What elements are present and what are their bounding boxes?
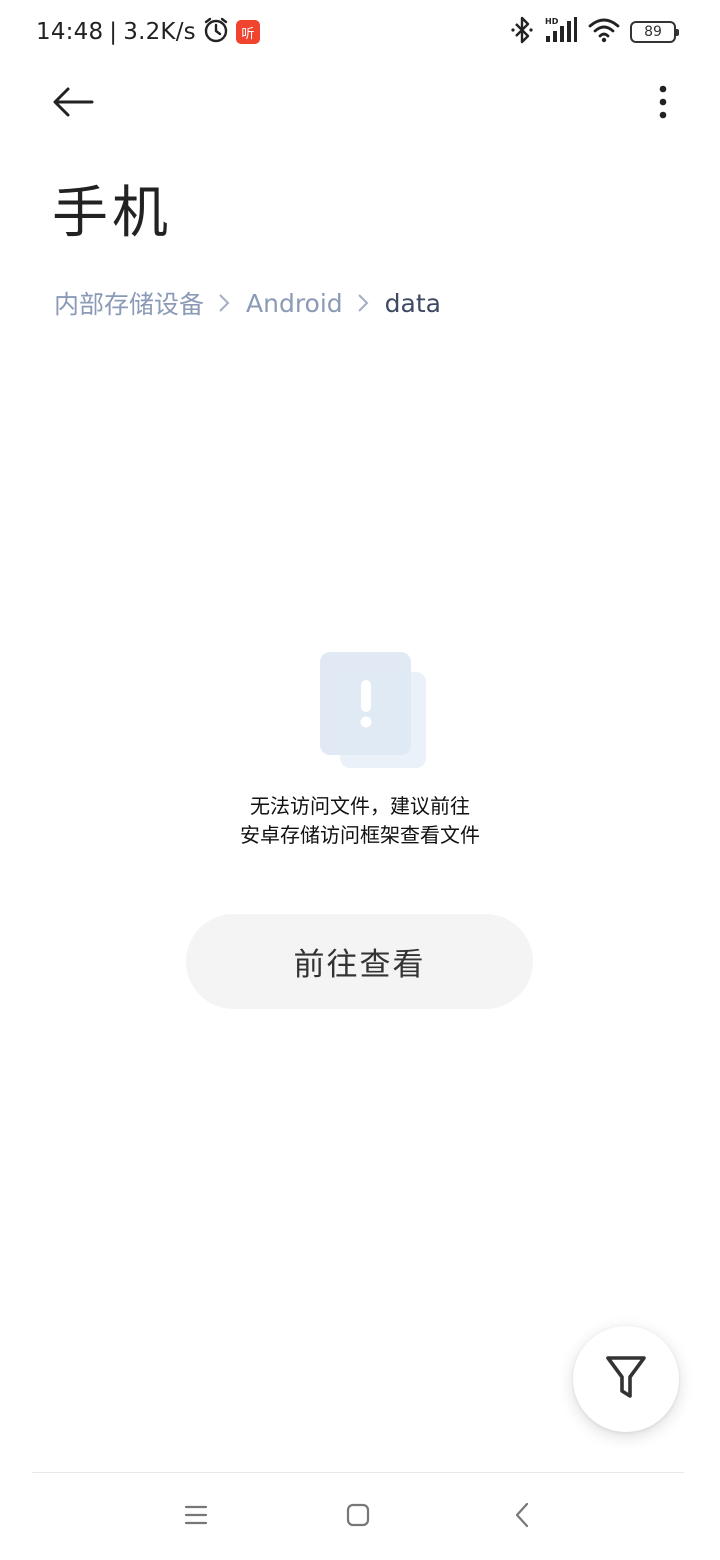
status-left: 14:48 | 3.2K/s 听 xyxy=(36,16,260,48)
breadcrumb-item-android[interactable]: Android xyxy=(246,289,343,318)
empty-state-line-1: 无法访问文件，建议前往 xyxy=(250,794,470,818)
breadcrumb-item-data: data xyxy=(384,288,441,318)
chevron-right-icon xyxy=(357,292,371,314)
status-right: HD 89 xyxy=(510,16,679,48)
status-time: 14:48 xyxy=(36,19,104,45)
breadcrumb: 内部存储设备 Android data xyxy=(54,283,441,323)
home-button[interactable] xyxy=(338,1499,378,1535)
back-button[interactable] xyxy=(48,80,98,128)
back-arrow-icon xyxy=(52,86,94,122)
app-badge-icon: 听 xyxy=(235,20,260,44)
filter-button[interactable] xyxy=(573,1326,679,1432)
filter-icon xyxy=(604,1353,648,1405)
nav-back-button[interactable] xyxy=(502,1499,542,1535)
page-title: 手机 xyxy=(52,181,172,246)
status-bar: 14:48 | 3.2K/s 听 HD 89 xyxy=(0,0,720,62)
bluetooth-icon xyxy=(510,16,534,48)
home-icon xyxy=(346,1503,370,1531)
more-vertical-icon xyxy=(658,85,668,123)
warning-icon xyxy=(320,652,428,770)
svg-text:HD: HD xyxy=(545,17,559,26)
alarm-icon xyxy=(202,16,230,48)
status-net-speed: 3.2K/s xyxy=(123,19,196,45)
breadcrumb-item-internal-storage[interactable]: 内部存储设备 xyxy=(54,285,204,321)
more-options-button[interactable] xyxy=(648,80,678,128)
recent-apps-button[interactable] xyxy=(176,1499,216,1535)
go-view-button[interactable]: 前往查看 xyxy=(186,914,533,1009)
menu-icon xyxy=(184,1504,208,1530)
empty-state-line-2: 安卓存储访问框架查看文件 xyxy=(240,823,480,847)
system-nav-bar xyxy=(0,1473,720,1560)
back-icon xyxy=(514,1502,530,1532)
status-separator: | xyxy=(109,19,118,45)
battery-icon: 89 xyxy=(630,21,679,43)
wifi-icon xyxy=(588,16,620,48)
hd-signal-icon: HD xyxy=(544,16,578,48)
empty-state-message: 无法访问文件，建议前往 安卓存储访问框架查看文件 xyxy=(0,792,720,850)
chevron-right-icon xyxy=(218,292,232,314)
